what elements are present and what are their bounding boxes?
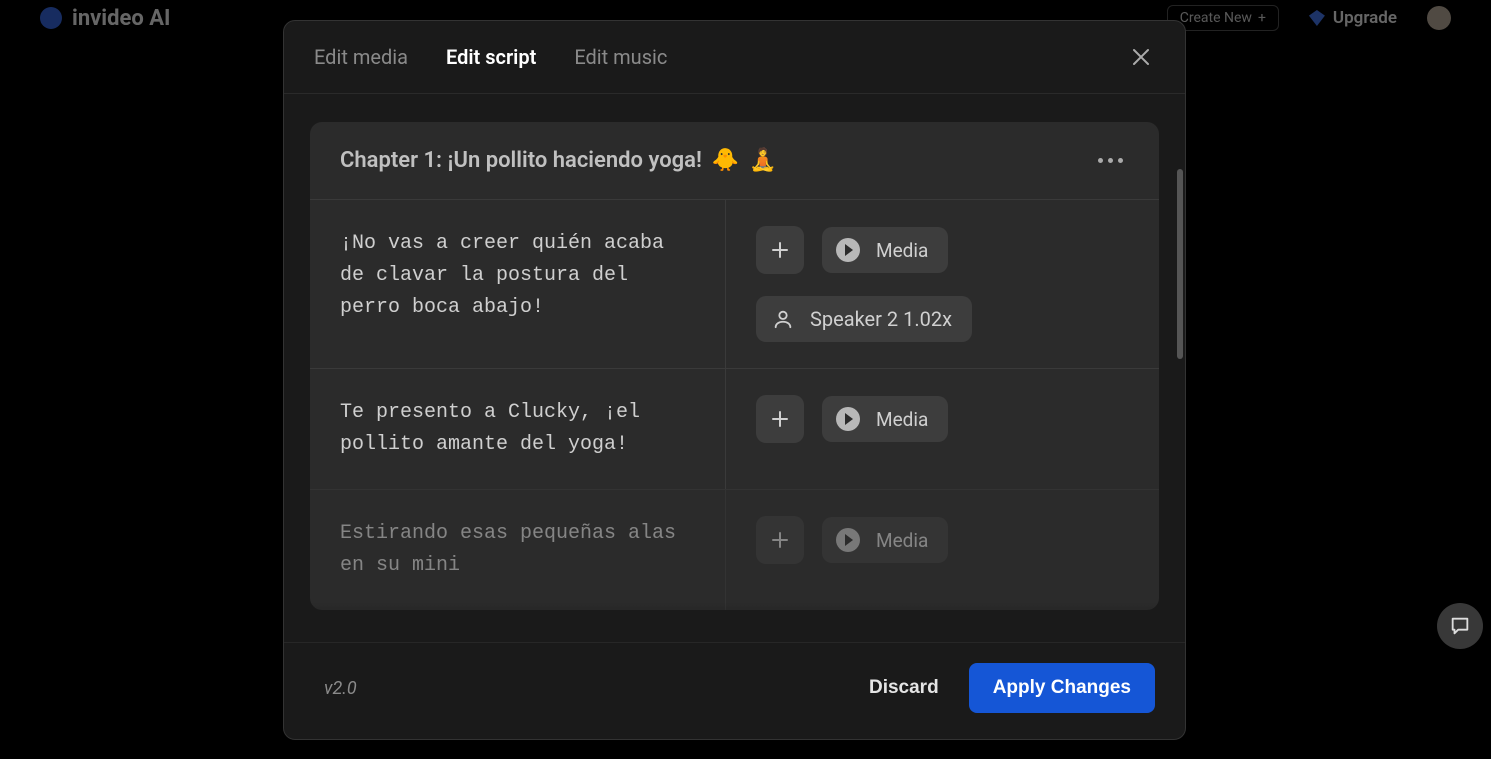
play-icon: [836, 238, 860, 262]
footer-actions: Discard Apply Changes: [869, 663, 1155, 713]
chapter-header: Chapter 1: ¡Un pollito haciendo yoga! 🐥 …: [310, 122, 1159, 199]
speaker-label: Speaker 2 1.02x: [810, 307, 952, 331]
add-media-button[interactable]: [756, 226, 804, 274]
avatar[interactable]: [1427, 6, 1451, 30]
person-icon: [772, 308, 794, 330]
upgrade-label: Upgrade: [1333, 8, 1397, 28]
plus-icon: [770, 530, 790, 550]
emoji-chick-icon: 🐥: [712, 148, 739, 173]
chapter-card: Chapter 1: ¡Un pollito haciendo yoga! 🐥 …: [310, 122, 1159, 610]
more-icon: [1098, 158, 1103, 163]
script-controls: Media: [726, 490, 1159, 610]
close-button[interactable]: [1127, 43, 1155, 71]
speaker-button[interactable]: Speaker 2 1.02x: [756, 296, 972, 342]
brand-name: invideo AI: [72, 6, 170, 31]
chapter-title: Chapter 1: ¡Un pollito haciendo yoga! 🐥 …: [340, 148, 777, 173]
modal-body: Chapter 1: ¡Un pollito haciendo yoga! 🐥 …: [284, 94, 1185, 642]
media-label: Media: [876, 239, 928, 262]
edit-modal: Edit media Edit script Edit music Chapte…: [283, 20, 1186, 740]
modal-footer: v2.0 Discard Apply Changes: [284, 642, 1185, 739]
play-icon: [836, 407, 860, 431]
media-label: Media: [876, 529, 928, 552]
scrollbar-thumb[interactable]: [1177, 169, 1183, 359]
chapter-title-text: Chapter 1: ¡Un pollito haciendo yoga!: [340, 148, 702, 173]
create-new-label: Create New: [1180, 10, 1252, 26]
script-controls: Media: [726, 369, 1159, 489]
discard-button[interactable]: Discard: [869, 677, 939, 699]
plus-icon: [770, 240, 790, 260]
script-row: Te presento a Clucky, ¡el pollito amante…: [310, 368, 1159, 489]
plus-icon: [770, 409, 790, 429]
script-controls: Media Speaker 2 1.02x: [726, 200, 1159, 368]
chat-icon: [1449, 615, 1471, 637]
chapter-more-button[interactable]: [1092, 152, 1129, 169]
topbar-right: Create New + Upgrade: [1167, 5, 1451, 31]
add-media-button[interactable]: [756, 516, 804, 564]
play-icon: [836, 528, 860, 552]
tab-edit-script[interactable]: Edit script: [446, 45, 536, 69]
emoji-yoga-icon: 🧘: [749, 148, 776, 173]
script-text[interactable]: Estirando esas pequeñas alas en su mini: [310, 490, 726, 610]
script-row: Estirando esas pequeñas alas en su mini …: [310, 489, 1159, 610]
media-button[interactable]: Media: [822, 517, 948, 563]
close-icon: [1132, 48, 1150, 66]
brand-logo-icon: [40, 7, 62, 29]
script-row: ¡No vas a creer quién acaba de clavar la…: [310, 199, 1159, 368]
upgrade-button[interactable]: Upgrade: [1309, 8, 1397, 28]
plus-icon: +: [1258, 10, 1266, 26]
media-button[interactable]: Media: [822, 396, 948, 442]
chat-fab[interactable]: [1437, 603, 1483, 649]
media-label: Media: [876, 408, 928, 431]
tab-edit-music[interactable]: Edit music: [574, 45, 667, 69]
add-media-button[interactable]: [756, 395, 804, 443]
tab-edit-media[interactable]: Edit media: [314, 45, 408, 69]
diamond-icon: [1309, 10, 1325, 26]
apply-changes-button[interactable]: Apply Changes: [969, 663, 1155, 713]
media-button[interactable]: Media: [822, 227, 948, 273]
brand: invideo AI: [40, 6, 170, 31]
version-label: v2.0: [324, 678, 357, 699]
script-text[interactable]: Te presento a Clucky, ¡el pollito amante…: [310, 369, 726, 489]
script-text[interactable]: ¡No vas a creer quién acaba de clavar la…: [310, 200, 726, 368]
modal-tabs: Edit media Edit script Edit music: [314, 45, 667, 69]
modal-header: Edit media Edit script Edit music: [284, 21, 1185, 94]
